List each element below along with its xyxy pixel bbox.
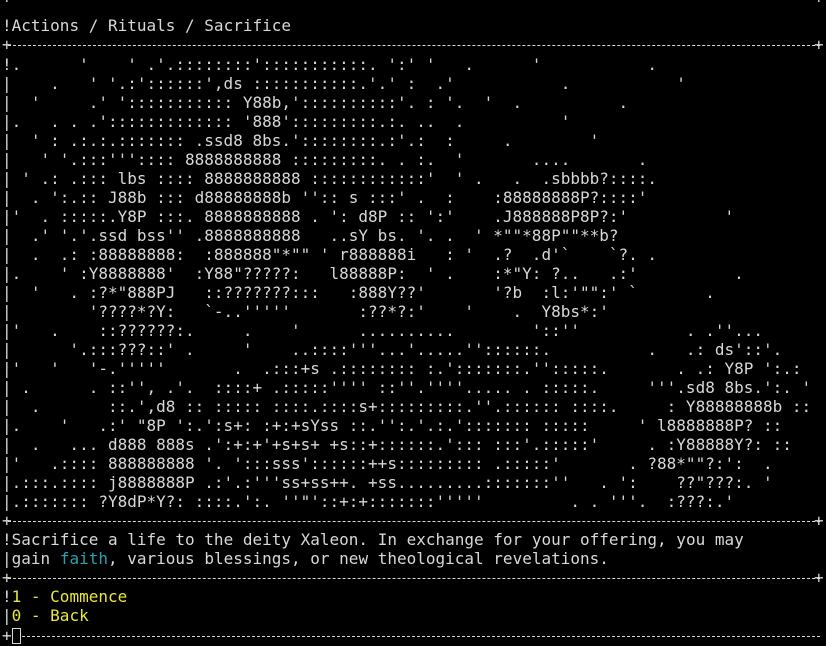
- ascii-art-row: | '.:::???::' . ' ..::::'''...'.....''::…: [2, 340, 783, 359]
- ascii-art-row: | . ' '.:'::::::',ds :::::::::::.'.' : .…: [2, 74, 686, 93]
- ascii-art-row: |' . ::??????:. . ' .......... '::'' . .…: [2, 321, 763, 340]
- description-text: Sacrifice a life to the deity Xaleon. In…: [11, 530, 744, 549]
- art-rule: [8, 521, 820, 522]
- ascii-art-row: | ' '.:::''':::: 8888888888 :::::::::. .…: [2, 150, 648, 169]
- ascii-art-row: | ' .: .::: lbs :::: 8888888888 ::::::::…: [2, 169, 658, 188]
- description-rule: [8, 578, 820, 579]
- ascii-art-row: !. ' ' .'.::::::::':::::::::::. ':' ' . …: [2, 55, 658, 74]
- frame-corner: +: [814, 35, 824, 54]
- ascii-art-row: |.::::::: ?Y8dP*Y?: ::::.':. ''"'::+:+::…: [2, 492, 735, 511]
- ascii-art-row: |. ' .:' "8P ':.':s+: :+:+sYss ::.'':.'.…: [2, 416, 783, 435]
- menu-item-back[interactable]: |0 - Back: [2, 606, 89, 625]
- bottom-rule: [22, 636, 820, 637]
- text-cursor: [11, 628, 21, 644]
- header-rule: [8, 45, 820, 46]
- ascii-art-row: | .' '.'.ssd bss'' .8888888888 ..sY bs. …: [2, 226, 619, 245]
- ascii-art-row: |. . . .'::::::::::::: '888':::::::::.:.…: [2, 112, 571, 131]
- menu-item-commence[interactable]: !1 - Commence: [2, 587, 127, 606]
- ascii-art-row: |. ' :Y8888888' :Y88"?????: l88888P: ' .…: [2, 264, 744, 283]
- bottom-border: +: [2, 626, 21, 645]
- frame-corner: +: [2, 0, 12, 7]
- menu-item-label[interactable]: 0 - Back: [12, 606, 89, 625]
- ascii-art: !. ' ' .'.::::::::':::::::::::. ':' ' . …: [2, 55, 811, 511]
- menu-item-label[interactable]: 1 - Commence: [12, 587, 128, 606]
- ascii-art-row: | '????*?Y: `-..''''' :??*?:' ' . Y8bs*:…: [2, 302, 609, 321]
- ascii-art-row: | ' : .:.:.::::::: .ssd8 8bs.'::::::::.:…: [2, 131, 600, 150]
- ascii-art-row: |' .:::: 888888888 '. ':::sss'::::::++s:…: [2, 454, 773, 473]
- frame-corner: +: [814, 511, 824, 530]
- frame-corner: +: [814, 568, 824, 587]
- ascii-art-row: |.:::.:::: j8888888P .:'.:'''ss+ss++. +s…: [2, 473, 773, 492]
- ascii-art-row: | . . ::'', .'. ::::+ .:::::'''' ::''.''…: [2, 378, 812, 397]
- breadcrumb-text: Actions / Rituals / Sacrifice: [11, 16, 291, 35]
- ascii-art-row: | . ... d888 888s .':+:+'+s+s+ +s::+::::…: [2, 435, 792, 454]
- description-line-2: |gain faith, various blessings, or new t…: [2, 549, 609, 568]
- ascii-art-row: | ' .' '::::::::::: Y88b,'::::::::::'. :…: [2, 93, 629, 112]
- ascii-art-row: | . ::.',d8 :: ::::: ::::.::::s+::::::::…: [2, 397, 812, 416]
- frame-corner: +: [814, 0, 824, 7]
- ascii-art-row: | ' . :?*"888PJ ::???????::: :888Y??' '?…: [2, 283, 715, 302]
- ascii-art-row: | . ':.:: J88b ::: d88888888b '':: s :::…: [2, 188, 648, 207]
- faith-keyword: faith: [59, 549, 108, 568]
- ascii-art-row: |' ' '-.''''' . .:::+s .:::::::: :.'::::…: [2, 359, 802, 378]
- ascii-art-row: | . .: :88888888: :888888"*"" ' r888888i…: [2, 245, 658, 264]
- description-line-1: !Sacrifice a life to the deity Xaleon. I…: [2, 530, 744, 549]
- breadcrumb: !Actions / Rituals / Sacrifice: [2, 16, 291, 35]
- ascii-art-row: |' . :::::.Y8P :::. 8888888888 . ': d8P …: [2, 207, 735, 226]
